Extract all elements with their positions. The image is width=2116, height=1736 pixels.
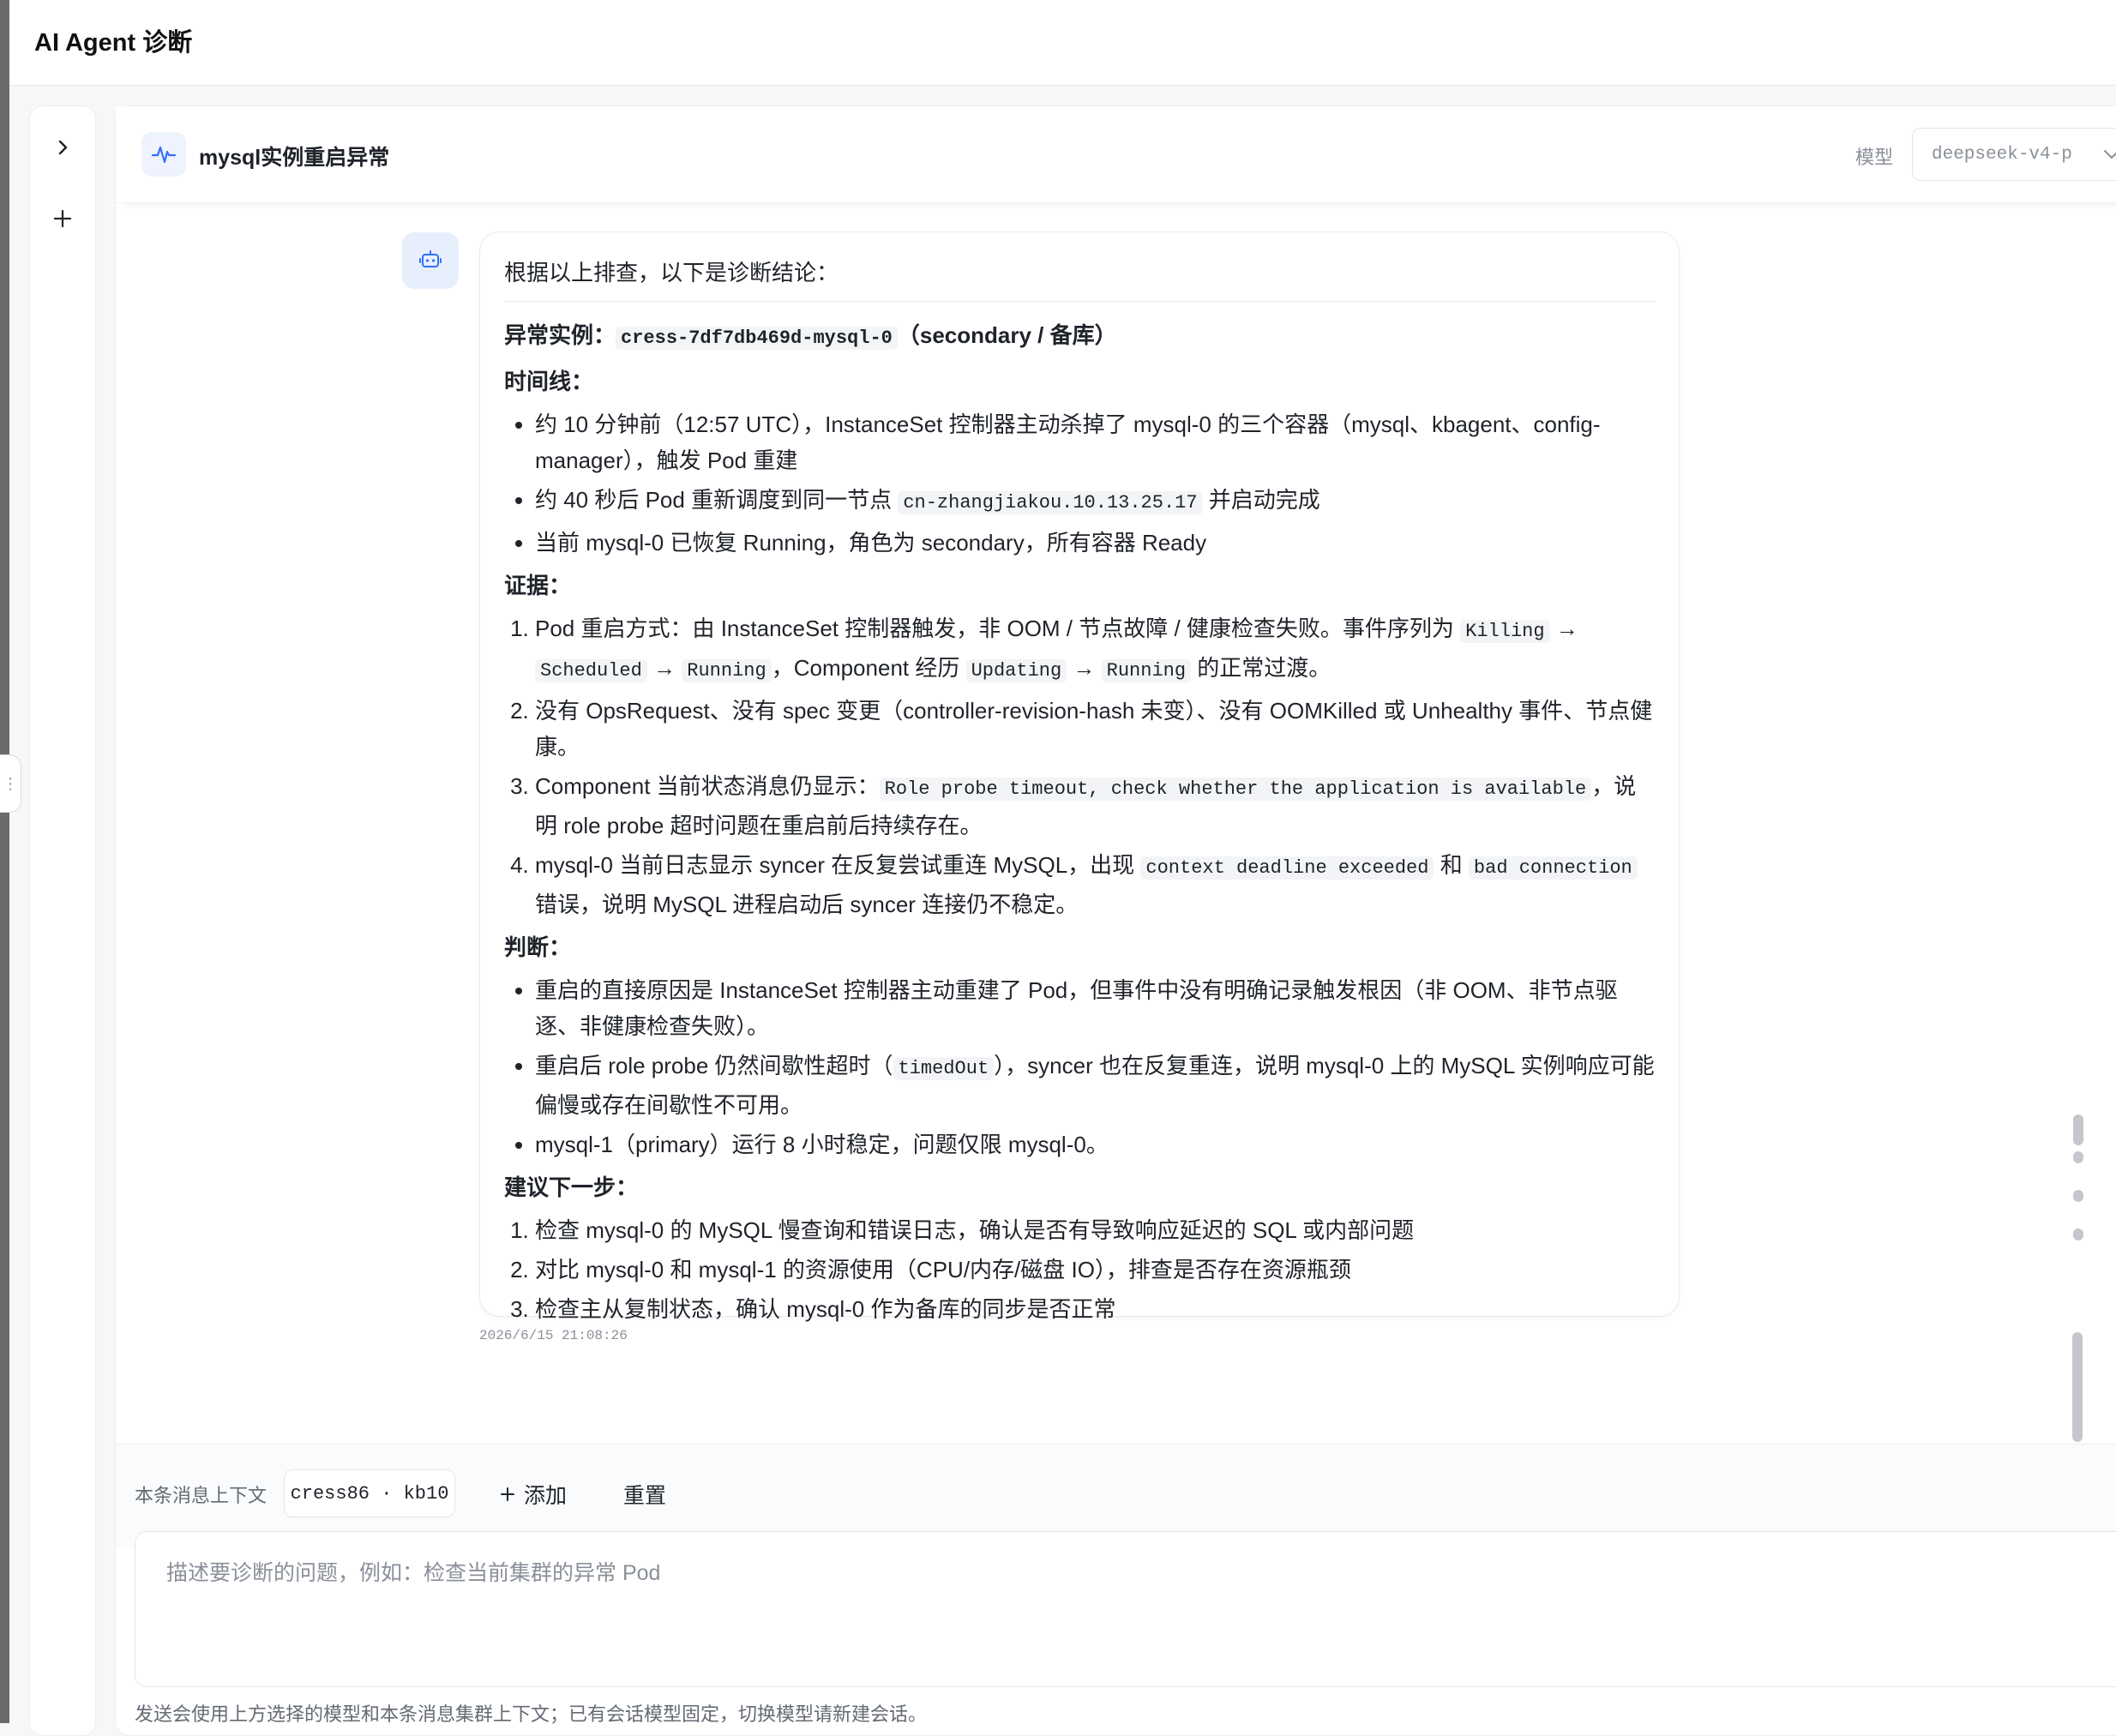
scroll-marker[interactable] xyxy=(2073,1151,2083,1163)
session-header: mysql实例重启异常 模型 deepseek-v4-p xyxy=(116,106,2116,203)
text: 并启动完成 xyxy=(1202,487,1320,513)
scrollbar-thumb[interactable] xyxy=(2072,1332,2083,1442)
assistant-message: 根据以上排查，以下是诊断结论： 异常实例： cress-7df7db469d-my… xyxy=(479,231,1680,1322)
diagnosis-input[interactable] xyxy=(135,1531,2116,1687)
chevron-down-icon[interactable] xyxy=(2096,139,2116,170)
judgment-heading: 判断： xyxy=(504,934,572,960)
text: 错误，说明 MySQL 进程启动后 syncer 连接仍不稳定。 xyxy=(535,892,1079,917)
text: 和 xyxy=(1434,852,1469,878)
probe-code: timedOut xyxy=(893,1057,995,1080)
judgment-list: 重启的直接原因是 InstanceSet 控制器主动重建了 Pod，但事件中没有… xyxy=(504,972,1655,1162)
next-steps-list: 检查 mysql-0 的 MySQL 慢查询和错误日志，确认是否有导致响应延迟的… xyxy=(504,1212,1655,1327)
model-label: 模型 xyxy=(1855,147,1894,168)
instance-label: 异常实例： xyxy=(504,322,616,348)
list-item: Pod 重启方式：由 InstanceSet 控制器触发，非 OOM / 节点故… xyxy=(535,610,1655,689)
add-label: 添加 xyxy=(524,1484,568,1508)
plus-icon xyxy=(53,209,72,228)
robot-icon xyxy=(419,250,442,267)
list-item: 检查 mysql-0 的 MySQL 慢查询和错误日志，确认是否有导致响应延迟的… xyxy=(535,1212,1655,1248)
node-code: cn-zhangjiakou.10.13.25.17 xyxy=(898,491,1203,514)
scroll-marker[interactable] xyxy=(2073,1228,2083,1240)
evidence-list: Pod 重启方式：由 InstanceSet 控制器触发，非 OOM / 节点故… xyxy=(504,610,1655,922)
expand-chevron-icon xyxy=(58,140,68,155)
composer-hint: 发送会使用上方选择的模型和本条消息集群上下文；已有会话模型固定，切换模型请新建会… xyxy=(135,1703,928,1725)
add-context-button[interactable]: 添加 xyxy=(500,1475,567,1513)
timeline-heading: 时间线： xyxy=(504,369,594,394)
list-item: 约 10 分钟前（12:57 UTC），InstanceSet 控制器主动杀掉了… xyxy=(535,406,1655,478)
session-title: mysql实例重启异常 xyxy=(199,146,390,170)
status-code: Role probe timeout, check whether the ap… xyxy=(879,778,1592,801)
list-item: mysql-0 当前日志显示 syncer 在反复尝试重连 MySQL，出现 c… xyxy=(535,847,1655,922)
pulse-icon xyxy=(151,146,177,164)
expand-sidebar-button[interactable] xyxy=(42,127,83,168)
next-steps-heading: 建议下一步： xyxy=(504,1174,639,1200)
state-code: Running xyxy=(1101,659,1192,682)
list-item: 约 40 秒后 Pod 重新调度到同一节点 cn-zhangjiakou.10.… xyxy=(535,482,1655,521)
text: 重启后 role probe 仍然间歇性超时（ xyxy=(535,1053,893,1078)
model-selected-value: deepseek-v4-p xyxy=(1932,144,2072,165)
scroll-marker[interactable] xyxy=(2073,1114,2083,1145)
arrow: → xyxy=(646,655,682,681)
list-item: 没有 OpsRequest、没有 spec 变更（controller-revi… xyxy=(535,693,1655,765)
chat-panel: mysql实例重启异常 模型 deepseek-v4-p 根据以上排查，以下是诊… xyxy=(115,105,2116,1736)
top-bar: AI Agent 诊断 xyxy=(9,0,2116,86)
instance-code: cress-7df7db469d-mysql-0 xyxy=(616,327,898,350)
cluster-context-chip[interactable]: cress86 · kb10 xyxy=(284,1469,455,1517)
event-code: Scheduled xyxy=(535,659,647,682)
state-code: Updating xyxy=(965,659,1067,682)
text: Component 当前状态消息仍显示： xyxy=(535,773,880,799)
text: 约 40 秒后 Pod 重新调度到同一节点 xyxy=(535,487,899,513)
assistant-avatar xyxy=(402,232,459,289)
error-code: bad connection xyxy=(1468,856,1638,880)
message-timestamp: 2026/6/15 21:08:26 xyxy=(479,1328,628,1343)
app-title: AI Agent 诊断 xyxy=(34,29,193,57)
session-icon xyxy=(141,132,186,177)
list-item: 重启的直接原因是 InstanceSet 控制器主动重建了 Pod，但事件中没有… xyxy=(535,972,1655,1044)
model-select[interactable]: deepseek-v4-p xyxy=(1912,128,2116,181)
context-label: 本条消息上下文 xyxy=(135,1485,268,1506)
reset-context-button[interactable]: 重置 xyxy=(623,1475,666,1513)
error-code: context deadline exceeded xyxy=(1140,856,1434,880)
message-intro: 根据以上排查，以下是诊断结论： xyxy=(504,255,1655,302)
list-item: 当前 mysql-0 已恢复 Running，角色为 secondary，所有容… xyxy=(535,525,1655,561)
abnormal-instance-line: 异常实例： cress-7df7db469d-mysql-0 （secondary … xyxy=(504,317,1655,357)
evidence-heading: 证据： xyxy=(504,573,572,598)
plus-icon xyxy=(501,1487,514,1501)
drag-handle-icon[interactable]: ⋮ xyxy=(0,754,21,813)
event-code: Running xyxy=(682,659,772,682)
text: ，Component 经历 xyxy=(771,655,966,681)
list-item: mysql-1（primary）运行 8 小时稳定，问题仅限 mysql-0。 xyxy=(535,1126,1655,1162)
list-item: 检查主从复制状态，确认 mysql-0 作为备库的同步是否正常 xyxy=(535,1291,1655,1327)
timeline-list: 约 10 分钟前（12:57 UTC），InstanceSet 控制器主动杀掉了… xyxy=(504,406,1655,561)
reset-label: 重置 xyxy=(623,1484,667,1508)
list-item: 重启后 role probe 仍然间歇性超时（timedOut），syncer … xyxy=(535,1048,1655,1123)
arrow: → xyxy=(1549,616,1578,641)
side-rail xyxy=(29,105,96,1736)
list-item: 对比 mysql-0 和 mysql-1 的资源使用（CPU/内存/磁盘 IO）… xyxy=(535,1252,1655,1288)
text: 的正常过渡。 xyxy=(1191,655,1332,681)
new-session-button[interactable] xyxy=(42,198,83,239)
list-item: Component 当前状态消息仍显示：Role probe timeout, … xyxy=(535,768,1655,844)
text: mysql-0 当前日志显示 syncer 在反复尝试重连 MySQL，出现 xyxy=(535,852,1141,878)
text: Pod 重启方式：由 InstanceSet 控制器触发，非 OOM / 节点故… xyxy=(535,616,1461,641)
arrow: → xyxy=(1067,655,1102,681)
instance-note: （secondary / 备库） xyxy=(897,322,1117,348)
scroll-marker[interactable] xyxy=(2073,1190,2083,1202)
window-left-edge xyxy=(0,0,9,1723)
event-code: Killing xyxy=(1460,620,1550,643)
